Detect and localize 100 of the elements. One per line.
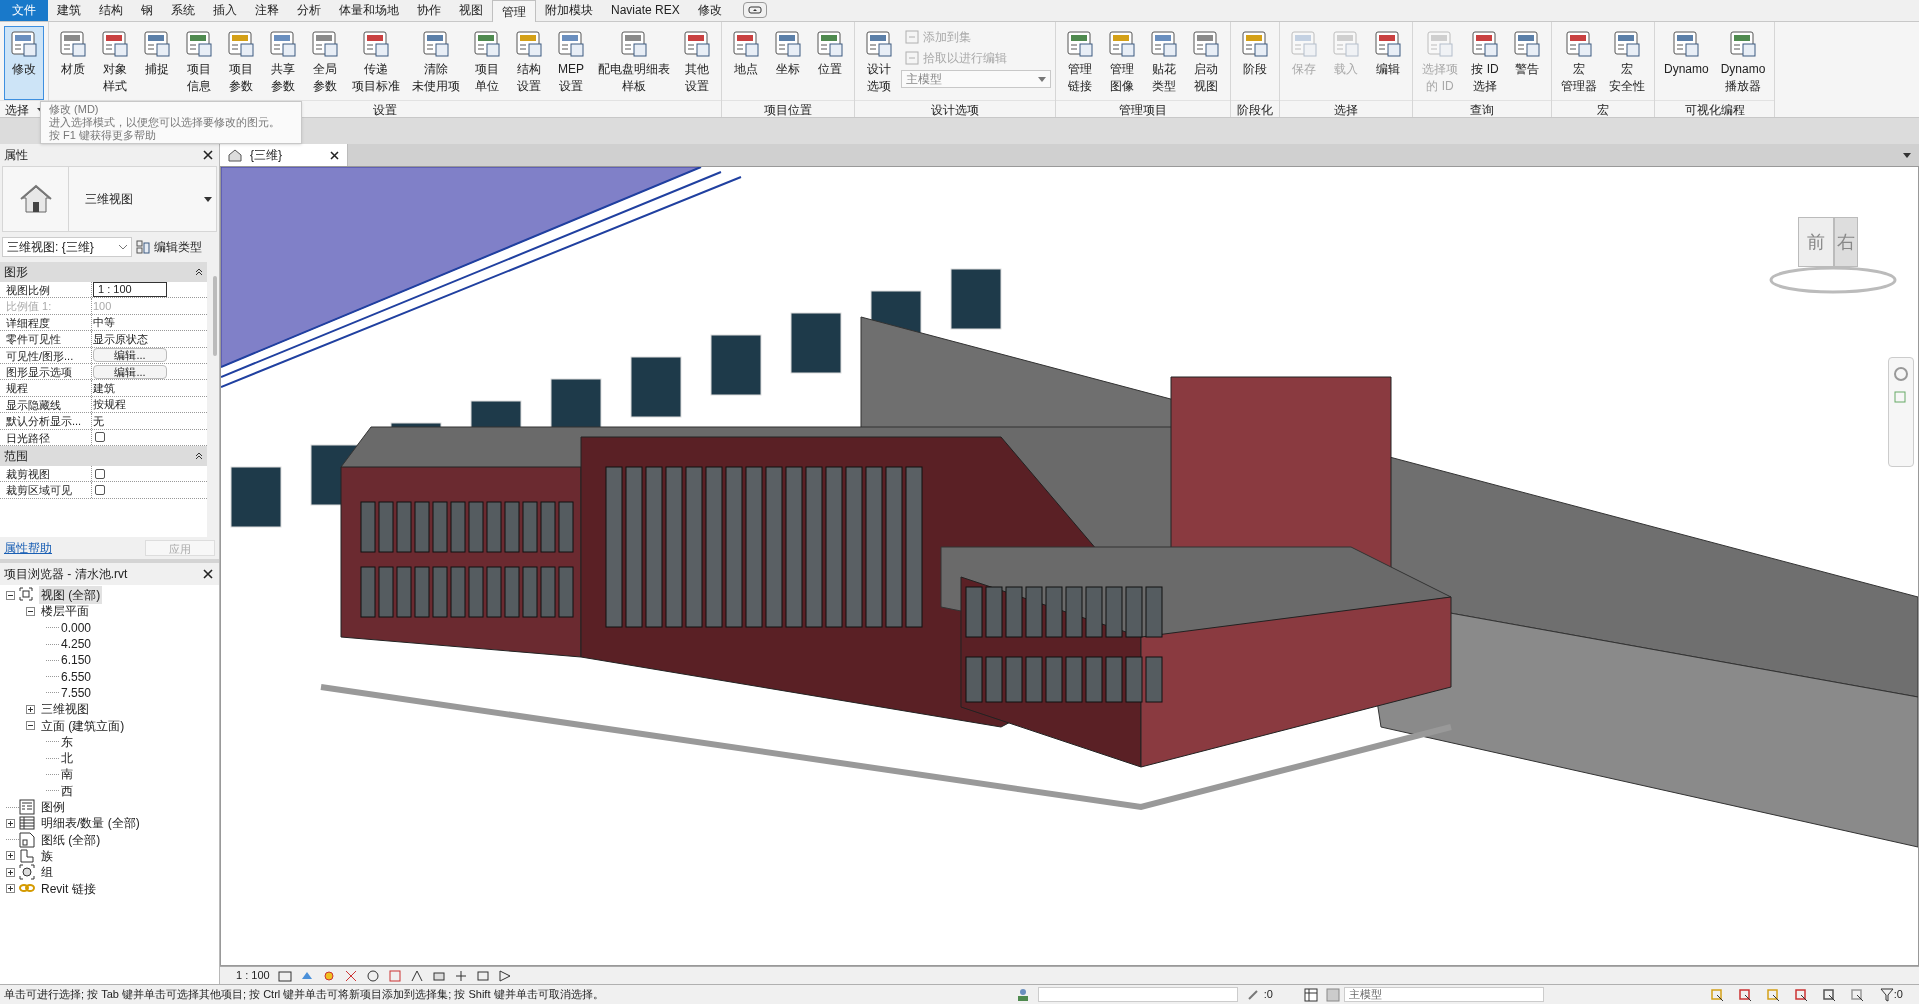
ribbon-button[interactable]: 警告 (1507, 26, 1547, 100)
expand-toggle[interactable] (6, 590, 15, 600)
tree-item[interactable]: 图纸 (全部) (39, 830, 103, 849)
ribbon-button[interactable]: 项目 参数 (221, 26, 261, 100)
tree-item[interactable]: 6.150 (59, 651, 94, 670)
expand-toggle[interactable] (6, 818, 15, 828)
ribbon-button[interactable]: MEP 设置 (551, 26, 591, 100)
view-control-button[interactable] (321, 968, 336, 983)
selection-option-button[interactable] (1849, 986, 1866, 1003)
ribbon-button[interactable]: Dynamo 播放器 (1715, 26, 1771, 100)
close-button[interactable] (201, 567, 215, 581)
ribbon-button[interactable]: 对象 样式 (95, 26, 135, 100)
checkbox[interactable] (95, 485, 105, 495)
tree-item[interactable]: 0.000 (59, 618, 94, 637)
ribbon-button[interactable]: 传递 项目标准 (347, 26, 405, 100)
tree-item[interactable]: 南 (59, 765, 75, 784)
expand-toggle[interactable] (6, 867, 15, 877)
ribbon-button[interactable]: 宏 安全性 (1604, 26, 1650, 100)
ribbon-button[interactable]: 编辑 (1368, 26, 1408, 100)
ribbon-button[interactable]: 清除 未使用项 (407, 26, 465, 100)
tree-item[interactable]: 楼层平面 (39, 602, 91, 621)
view-scale[interactable]: 1 : 100 (236, 967, 270, 984)
ribbon-button[interactable]: 贴花 类型 (1144, 26, 1184, 100)
expand-toggle[interactable] (6, 884, 15, 893)
ribbon-tab[interactable]: 分析 (288, 0, 330, 21)
selection-option-button[interactable] (1737, 986, 1754, 1003)
ribbon-button[interactable]: 共享 参数 (263, 26, 303, 100)
tree-item[interactable]: 视图 (全部) (39, 586, 103, 605)
tree-item[interactable]: 6.550 (59, 667, 94, 686)
view-control-button[interactable] (453, 968, 468, 983)
ribbon-tab[interactable]: 体量和场地 (330, 0, 408, 21)
scale-input[interactable]: 1 : 100 (93, 282, 167, 298)
edit-button[interactable]: 编辑... (93, 348, 167, 363)
ribbon-button[interactable]: 按 ID 选择 (1465, 26, 1505, 100)
view-selector[interactable]: 三维视图: {三维} (2, 237, 132, 257)
section-header[interactable]: 图形 (0, 262, 207, 282)
ribbon-tab[interactable]: 修改 (688, 0, 731, 21)
ribbon-button[interactable]: 修改 (4, 26, 44, 100)
view-control-button[interactable] (343, 968, 358, 983)
scrollbar-thumb[interactable] (213, 276, 217, 356)
selection-option-button[interactable] (1793, 986, 1810, 1003)
ribbon-tab[interactable]: 钢 (132, 0, 162, 21)
tree-item[interactable]: 西 (59, 781, 75, 800)
help-link[interactable]: 属性帮助 (4, 539, 52, 557)
ribbon-button[interactable]: 坐标 (768, 26, 808, 100)
tree-item[interactable]: 东 (59, 732, 75, 751)
ribbon-button[interactable]: 项目 信息 (179, 26, 219, 100)
ribbon-button[interactable]: 项目 单位 (467, 26, 507, 100)
tree-item[interactable]: 北 (59, 749, 75, 768)
view-control-button[interactable] (365, 968, 380, 983)
ribbon-button[interactable]: 设计 选项 (859, 26, 899, 100)
ribbon-button[interactable]: 阶段 (1235, 26, 1275, 100)
view-tab[interactable]: {三维} (220, 144, 348, 166)
edit-type-button[interactable]: 编辑类型 (136, 238, 202, 256)
type-selector[interactable]: 三维视图 (2, 166, 217, 232)
ribbon-tab[interactable]: 视图 (450, 0, 492, 21)
tree-item[interactable]: 7.550 (59, 683, 94, 702)
ribbon-button[interactable]: 材质 (53, 26, 93, 100)
tree-item[interactable]: 立面 (建筑立面) (39, 716, 127, 735)
tree-item[interactable]: 明细表/数量 (全部) (39, 814, 142, 833)
design-option-dropdown[interactable]: 主模型 (901, 70, 1051, 88)
ribbon-tab[interactable]: 系统 (162, 0, 204, 21)
ribbon-button[interactable]: 配电盘明细表 样板 (593, 26, 675, 100)
ribbon-tab[interactable]: 注释 (246, 0, 288, 21)
ribbon-tab[interactable]: 插入 (204, 0, 246, 21)
ribbon-tab[interactable]: 管理 (492, 0, 536, 22)
expand-toggle[interactable] (6, 851, 15, 861)
ribbon-button[interactable]: 地点 (726, 26, 766, 100)
section-header[interactable]: 范围 (0, 445, 207, 466)
ribbon-button[interactable]: 其他 设置 (677, 26, 717, 100)
tree-item[interactable]: 三维视图 (39, 700, 91, 719)
dropdown-button[interactable] (742, 2, 767, 18)
tree-item[interactable]: Revit 链接 (39, 879, 98, 898)
tree-item[interactable]: 族 (39, 846, 55, 865)
ribbon-button[interactable]: 启动 视图 (1186, 26, 1226, 100)
ribbon-tab[interactable]: 文件 (0, 0, 48, 21)
selection-option-button[interactable] (1821, 986, 1838, 1003)
expand-toggle[interactable] (26, 606, 35, 616)
view-control-button[interactable] (277, 968, 292, 983)
expand-toggle[interactable] (26, 704, 35, 714)
ribbon-tab[interactable]: Naviate REX (602, 0, 689, 21)
ribbon-tab[interactable]: 协作 (408, 0, 450, 21)
view-control-button[interactable] (475, 968, 490, 983)
ribbon-button[interactable]: 全局 参数 (305, 26, 345, 100)
checkbox[interactable] (95, 432, 105, 443)
ribbon-tab[interactable]: 结构 (90, 0, 132, 21)
view-control-button[interactable] (409, 968, 424, 983)
tree-item[interactable]: 图例 (39, 798, 67, 816)
close-button[interactable] (201, 148, 215, 162)
ribbon-button[interactable]: 结构 设置 (509, 26, 549, 100)
ribbon-button[interactable]: 位置 (810, 26, 850, 100)
ribbon-button[interactable]: 捕捉 (137, 26, 177, 100)
checkbox[interactable] (95, 468, 105, 479)
ribbon-tab[interactable]: 附加模块 (536, 0, 602, 21)
ribbon-button[interactable]: 管理 链接 (1060, 26, 1100, 100)
ribbon-tab[interactable]: 建筑 (48, 0, 90, 21)
edit-button[interactable]: 编辑... (93, 364, 167, 379)
design-option-field[interactable]: 主模型 (1343, 987, 1544, 1002)
ribbon-button[interactable]: 宏 管理器 (1556, 26, 1602, 100)
tree-item[interactable]: 4.250 (59, 635, 94, 654)
